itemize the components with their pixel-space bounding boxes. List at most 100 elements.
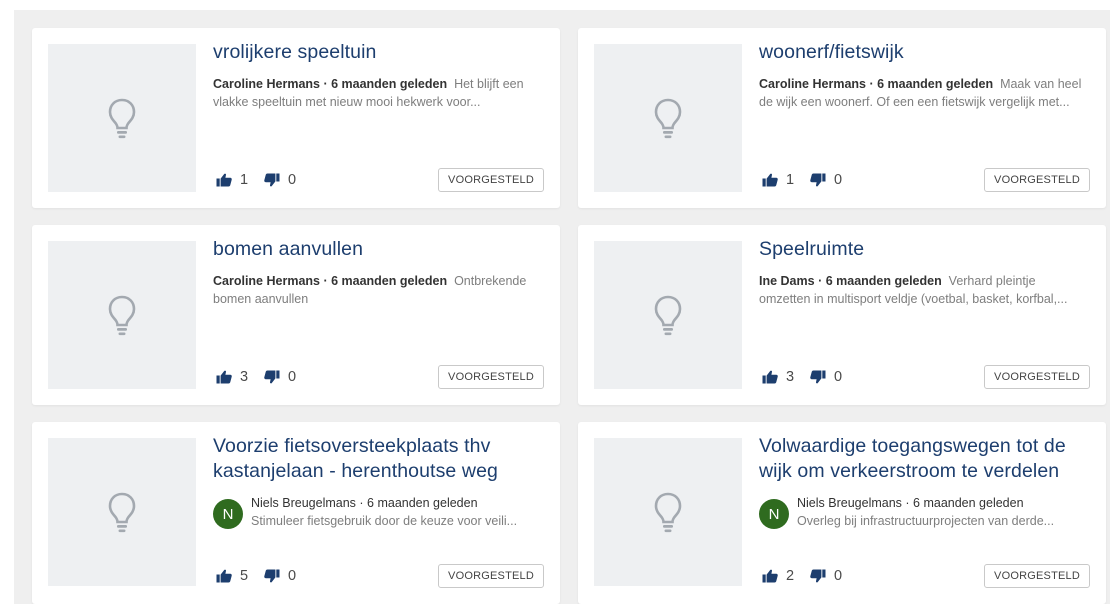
idea-meta: Caroline Hermans · 6 maanden geleden Maa… [759,75,1090,111]
status-badge: VOORGESTELD [438,564,544,588]
downvote-count: 0 [288,172,297,188]
upvote-count: 3 [786,369,795,385]
thumbs-down-icon [264,173,280,187]
idea-author[interactable]: Niels Breugelmans [797,496,902,510]
thumbs-up-icon [216,173,232,187]
idea-time: 6 maanden geleden [331,274,448,288]
idea-title[interactable]: woonerf/fietswijk [759,40,1090,65]
meta-separator: · [319,77,332,91]
downvote-button[interactable]: 0 [810,168,842,192]
idea-card[interactable]: Volwaardige toegangswegen tot de wijk om… [578,422,1106,604]
status-badge: VOORGESTELD [438,365,544,389]
upvote-count: 1 [786,172,795,188]
idea-footer: 1 0 VOORGESTELD [759,168,1090,192]
status-badge: VOORGESTELD [438,168,544,192]
idea-content: Speelruimte Ine Dams · 6 maanden geleden… [759,237,1090,308]
idea-description: Stimuleer fietsgebruik door de keuze voo… [251,514,518,528]
idea-time: 6 maanden geleden [825,274,942,288]
thumbs-up-icon [762,370,778,384]
avatar[interactable]: N [213,499,243,529]
idea-thumbnail [594,438,742,586]
idea-title[interactable]: bomen aanvullen [213,237,544,262]
thumbs-down-icon [810,569,826,583]
upvote-count: 5 [240,568,249,584]
idea-card[interactable]: Speelruimte Ine Dams · 6 maanden geleden… [578,225,1106,405]
thumbs-up-icon [762,569,778,583]
idea-footer: 1 0 VOORGESTELD [213,168,544,192]
idea-meta: N Niels Breugelmans · 6 maanden geleden … [759,494,1090,530]
thumbs-down-icon [810,173,826,187]
upvote-count: 1 [240,172,249,188]
meta-separator: · [355,496,368,510]
lightbulb-icon [108,492,136,533]
downvote-button[interactable]: 0 [810,564,842,588]
lightbulb-icon [654,295,682,336]
downvote-button[interactable]: 0 [264,168,296,192]
thumbs-down-icon [264,370,280,384]
idea-card[interactable]: woonerf/fietswijk Caroline Hermans · 6 m… [578,28,1106,208]
downvote-button[interactable]: 0 [264,365,296,389]
idea-meta: Caroline Hermans · 6 maanden geleden Het… [213,75,544,111]
idea-thumbnail [48,438,196,586]
idea-thumbnail [594,241,742,389]
idea-description: Overleg bij infrastructuurprojecten van … [797,514,1055,528]
lightbulb-icon [108,295,136,336]
idea-author[interactable]: Caroline Hermans [759,77,866,91]
idea-author[interactable]: Ine Dams [759,274,815,288]
page: vrolijkere speeltuin Caroline Hermans · … [0,0,1112,604]
idea-author[interactable]: Niels Breugelmans [251,496,356,510]
idea-card[interactable]: Voorzie fietsoversteekplaats thv kastanj… [32,422,560,604]
upvote-button[interactable]: 5 [216,564,248,588]
lightbulb-icon [654,492,682,533]
downvote-button[interactable]: 0 [810,365,842,389]
avatar[interactable]: N [759,499,789,529]
idea-title[interactable]: Volwaardige toegangswegen tot de wijk om… [759,434,1090,484]
status-badge: VOORGESTELD [984,168,1090,192]
idea-content: vrolijkere speeltuin Caroline Hermans · … [213,40,544,111]
idea-meta: N Niels Breugelmans · 6 maanden geleden … [213,494,544,530]
idea-time: 6 maanden geleden [331,77,448,91]
idea-time: 6 maanden geleden [367,496,478,510]
meta-separator: · [319,274,332,288]
idea-title[interactable]: vrolijkere speeltuin [213,40,544,65]
downvote-count: 0 [834,568,843,584]
thumbs-down-icon [264,569,280,583]
idea-title[interactable]: Voorzie fietsoversteekplaats thv kastanj… [213,434,544,484]
idea-card[interactable]: bomen aanvullen Caroline Hermans · 6 maa… [32,225,560,405]
idea-content: Volwaardige toegangswegen tot de wijk om… [759,434,1090,530]
upvote-button[interactable]: 1 [762,168,794,192]
idea-title[interactable]: Speelruimte [759,237,1090,262]
upvote-count: 2 [786,568,795,584]
idea-author[interactable]: Caroline Hermans [213,77,320,91]
status-badge: VOORGESTELD [984,365,1090,389]
upvote-button[interactable]: 3 [216,365,248,389]
ideas-grid: vrolijkere speeltuin Caroline Hermans · … [14,10,1110,604]
idea-meta: Ine Dams · 6 maanden geleden Verhard ple… [759,272,1090,308]
downvote-count: 0 [288,568,297,584]
idea-meta: Caroline Hermans · 6 maanden geleden Ont… [213,272,544,308]
idea-time: 6 maanden geleden [913,496,1024,510]
upvote-button[interactable]: 2 [762,564,794,588]
thumbs-down-icon [810,370,826,384]
upvote-count: 3 [240,369,249,385]
idea-thumbnail [48,241,196,389]
idea-thumbnail [594,44,742,192]
downvote-count: 0 [834,369,843,385]
idea-footer: 2 0 VOORGESTELD [759,564,1090,588]
upvote-button[interactable]: 1 [216,168,248,192]
idea-footer: 5 0 VOORGESTELD [213,564,544,588]
idea-content: woonerf/fietswijk Caroline Hermans · 6 m… [759,40,1090,111]
idea-footer: 3 0 VOORGESTELD [759,365,1090,389]
lightbulb-icon [108,98,136,139]
idea-footer: 3 0 VOORGESTELD [213,365,544,389]
downvote-button[interactable]: 0 [264,564,296,588]
lightbulb-icon [654,98,682,139]
thumbs-up-icon [216,569,232,583]
idea-thumbnail [48,44,196,192]
upvote-button[interactable]: 3 [762,365,794,389]
idea-author[interactable]: Caroline Hermans [213,274,320,288]
idea-card[interactable]: vrolijkere speeltuin Caroline Hermans · … [32,28,560,208]
thumbs-up-icon [216,370,232,384]
downvote-count: 0 [834,172,843,188]
idea-time: 6 maanden geleden [877,77,994,91]
